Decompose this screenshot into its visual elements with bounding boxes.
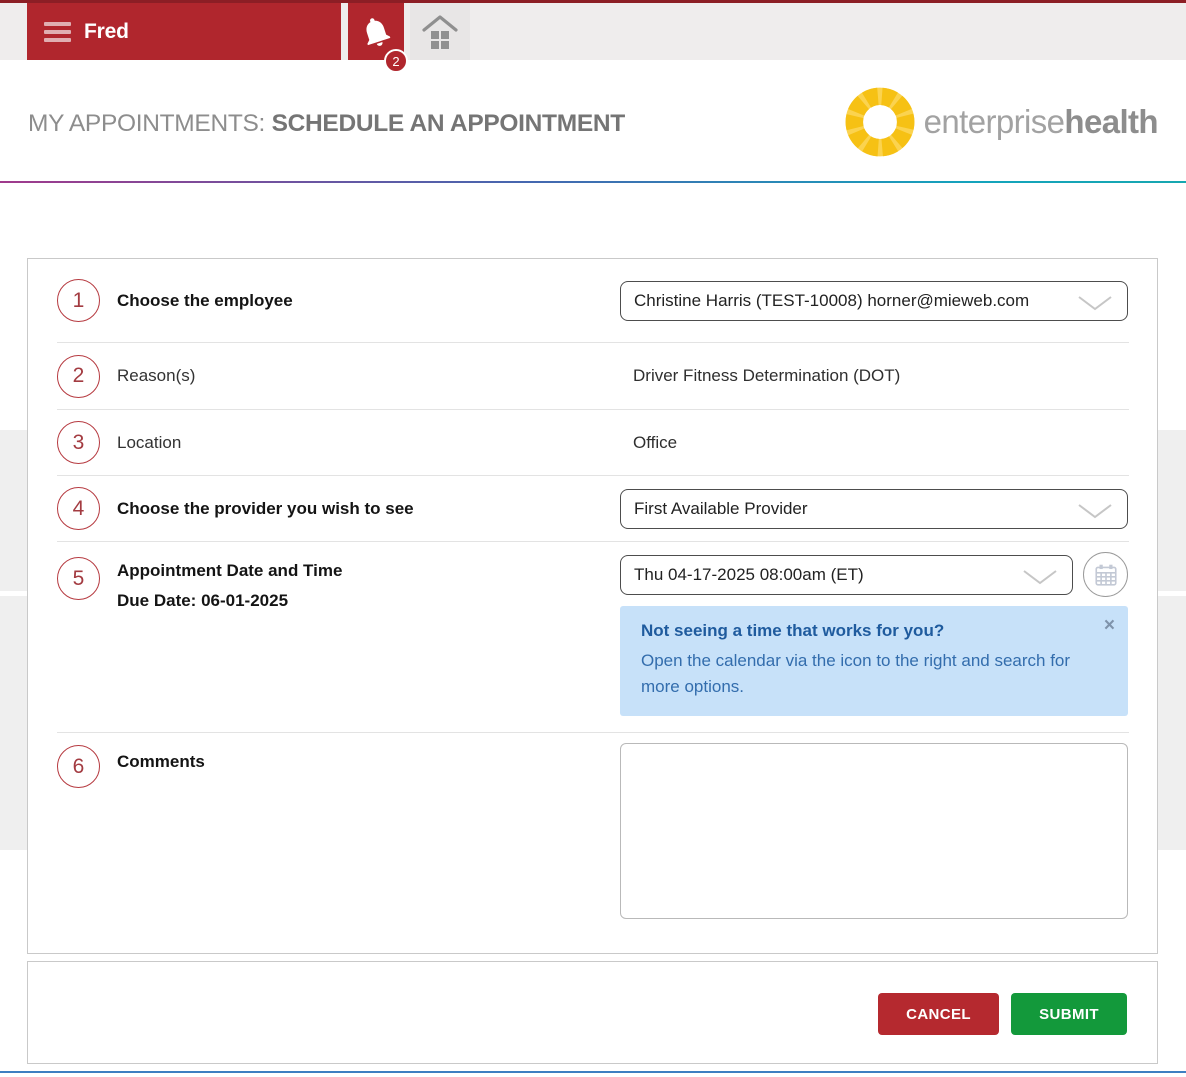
appointment-form-card: 1 Choose the employee Christine Harris (… — [27, 258, 1158, 954]
logo-text-bold: health — [1064, 103, 1158, 140]
menu-user-button[interactable]: Fred — [27, 3, 341, 60]
calendar-button[interactable] — [1083, 552, 1128, 597]
step-number-1: 1 — [57, 279, 100, 322]
comments-label: Comments — [117, 733, 592, 777]
cancel-button[interactable]: CANCEL — [878, 993, 999, 1035]
logo-text-light: enterprise — [924, 103, 1065, 140]
step-number-4: 4 — [57, 487, 100, 530]
chevron-down-icon — [1022, 569, 1058, 590]
step-number-2: 2 — [57, 355, 100, 398]
form-row-location: 3 Location Office — [28, 410, 1157, 475]
due-date-label: Due Date: 06-01-2025 — [117, 586, 592, 616]
provider-label: Choose the provider you wish to see — [117, 499, 592, 519]
form-row-comments: 6 Comments — [28, 733, 1157, 953]
notification-count-badge: 2 — [384, 49, 408, 73]
calendar-icon — [1093, 562, 1119, 588]
page-content: 1 Choose the employee Christine Harris (… — [0, 258, 1186, 1073]
employee-label: Choose the employee — [117, 291, 592, 311]
logo-wordmark: enterprisehealth — [924, 103, 1158, 141]
datetime-select[interactable]: Thu 04-17-2025 08:00am (ET) — [620, 555, 1073, 595]
comments-textarea[interactable] — [620, 743, 1128, 919]
notifications-tab[interactable]: 2 — [348, 3, 404, 60]
bell-icon — [359, 15, 393, 49]
time-help-callout: Not seeing a time that works for you? Op… — [620, 606, 1128, 716]
form-action-bar: CANCEL SUBMIT — [27, 961, 1158, 1064]
page-header: MY APPOINTMENTS: SCHEDULE AN APPOINTMENT… — [0, 60, 1186, 181]
chevron-down-icon — [1077, 295, 1113, 316]
form-row-provider: 4 Choose the provider you wish to see Fi… — [28, 476, 1157, 541]
reasons-label: Reason(s) — [117, 366, 592, 386]
close-icon[interactable]: × — [1104, 616, 1115, 635]
provider-select-value: First Available Provider — [634, 499, 808, 519]
datetime-select-value: Thu 04-17-2025 08:00am (ET) — [634, 565, 864, 585]
datetime-label-block: Appointment Date and Time Due Date: 06-0… — [117, 542, 592, 616]
datetime-label: Appointment Date and Time — [117, 556, 592, 586]
employee-select[interactable]: Christine Harris (TEST-10008) horner@mie… — [620, 281, 1128, 321]
page-title-prefix: MY APPOINTMENTS: — [28, 110, 272, 137]
callout-title: Not seeing a time that works for you? — [641, 621, 1088, 641]
submit-button[interactable]: SUBMIT — [1011, 993, 1127, 1035]
step-number-5: 5 — [57, 557, 100, 600]
step-number-6: 6 — [57, 745, 100, 788]
provider-select[interactable]: First Available Provider — [620, 489, 1128, 529]
reasons-value: Driver Fitness Determination (DOT) — [620, 366, 1128, 386]
top-navigation-bar: Fred 2 — [0, 3, 1186, 60]
home-tab[interactable] — [410, 3, 470, 60]
home-icon — [418, 13, 462, 51]
bottom-accent-line — [0, 1071, 1186, 1073]
enterprise-health-logo: enterprisehealth — [842, 84, 1158, 160]
chevron-down-icon — [1077, 503, 1113, 524]
step-number-3: 3 — [57, 421, 100, 464]
employee-select-value: Christine Harris (TEST-10008) horner@mie… — [634, 291, 1029, 311]
form-row-reasons: 2 Reason(s) Driver Fitness Determination… — [28, 343, 1157, 409]
header-gradient-divider — [0, 181, 1186, 183]
sunflower-logo-icon — [842, 84, 918, 160]
form-row-datetime: 5 Appointment Date and Time Due Date: 06… — [28, 542, 1157, 732]
user-name: Fred — [84, 20, 129, 44]
callout-body: Open the calendar via the icon to the ri… — [641, 648, 1086, 701]
page-title: MY APPOINTMENTS: SCHEDULE AN APPOINTMENT — [28, 110, 625, 138]
location-value: Office — [620, 433, 1128, 453]
page-title-main: SCHEDULE AN APPOINTMENT — [272, 110, 625, 137]
location-label: Location — [117, 433, 592, 453]
hamburger-icon — [44, 22, 71, 42]
form-row-employee: 1 Choose the employee Christine Harris (… — [28, 259, 1157, 342]
